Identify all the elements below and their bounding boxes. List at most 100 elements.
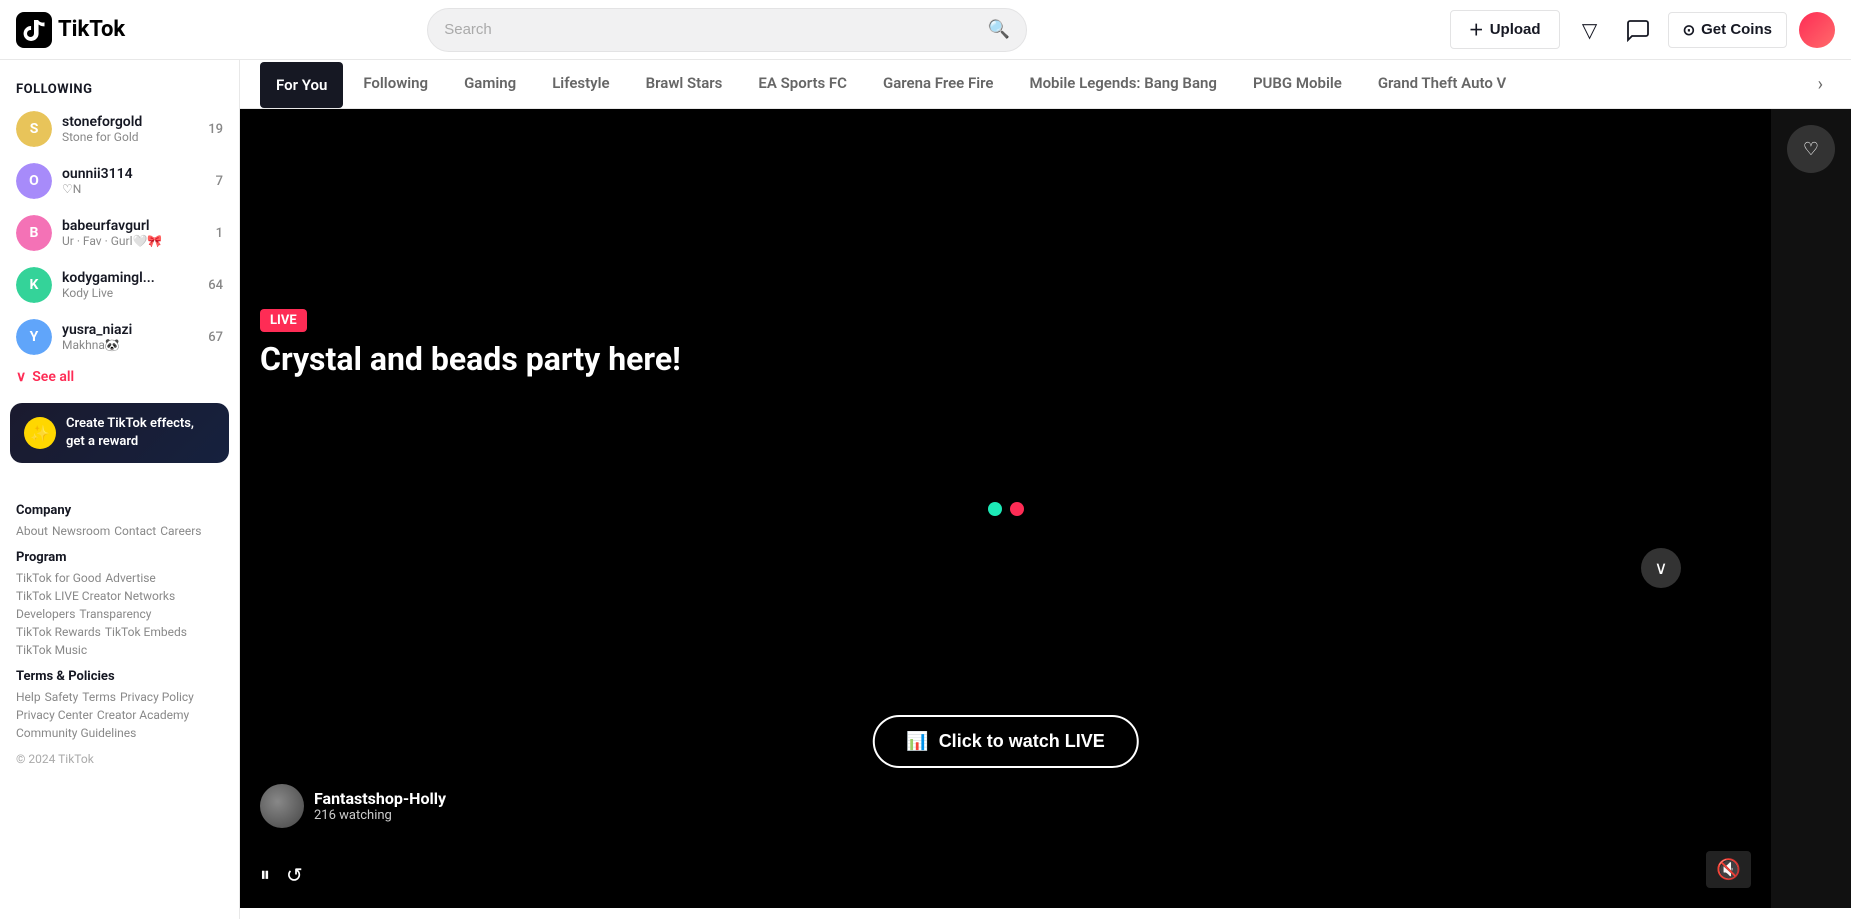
footer-link[interactable]: Privacy Center bbox=[16, 708, 93, 722]
following-username: stoneforgold bbox=[62, 114, 198, 130]
following-info: stoneforgold Stone for Gold bbox=[62, 114, 198, 144]
footer-link[interactable]: Developers bbox=[16, 607, 75, 621]
dot-red bbox=[1010, 502, 1024, 516]
following-display: Stone for Gold bbox=[62, 130, 198, 144]
streamer-info: Fantastshop-Holly 216 watching bbox=[260, 784, 446, 828]
footer-link[interactable]: Community Guidelines bbox=[16, 726, 136, 740]
tab-following[interactable]: Following bbox=[347, 60, 444, 109]
following-username: ounnii3114 bbox=[62, 166, 206, 182]
footer-link[interactable]: Newsroom bbox=[52, 524, 110, 538]
footer-link[interactable]: About bbox=[16, 524, 48, 538]
search-input[interactable] bbox=[444, 21, 988, 38]
following-avatar: B bbox=[16, 215, 52, 251]
video-dots bbox=[988, 502, 1024, 516]
footer-link[interactable]: Help bbox=[16, 690, 41, 704]
see-all-button[interactable]: ∨ See all bbox=[0, 363, 239, 391]
triangle-icon-button[interactable]: ▽ bbox=[1572, 12, 1608, 48]
following-username: yusra_niazi bbox=[62, 322, 198, 338]
footer-link[interactable]: Advertise bbox=[105, 571, 155, 585]
following-display: Ur · Fav · Gurl🤍🎀 bbox=[62, 234, 206, 248]
header-actions: ＋ Upload ▽ ⊙ Get Coins bbox=[1450, 10, 1835, 49]
following-section-header: Following bbox=[0, 76, 239, 103]
following-item[interactable]: B babeurfavgurl Ur · Fav · Gurl🤍🎀 1 bbox=[0, 207, 239, 259]
refresh-button[interactable]: ↺ bbox=[286, 863, 303, 888]
video-player[interactable]: LIVE Crystal and beads party here! 📊 Cli… bbox=[240, 109, 1771, 908]
watch-live-button[interactable]: 📊 Click to watch LIVE bbox=[872, 715, 1138, 768]
following-info: babeurfavgurl Ur · Fav · Gurl🤍🎀 bbox=[62, 218, 206, 248]
logo-area: TikTok bbox=[16, 12, 216, 48]
right-panel-action-1[interactable]: ♡ bbox=[1787, 125, 1835, 173]
tiktok-logo-icon[interactable] bbox=[16, 12, 52, 48]
footer-link[interactable]: Creator Academy bbox=[97, 708, 189, 722]
tab-for-you[interactable]: For You bbox=[260, 62, 343, 108]
upload-button[interactable]: ＋ Upload bbox=[1450, 10, 1560, 49]
footer-section: Company About Newsroom Contact Careers Prog… bbox=[0, 475, 239, 782]
following-item[interactable]: K kodygamingl... Kody Live 64 bbox=[0, 259, 239, 311]
footer-link[interactable]: Transparency bbox=[79, 607, 151, 621]
see-all-label: See all bbox=[32, 369, 74, 385]
main-layout: Following S stoneforgold Stone for Gold … bbox=[0, 60, 1851, 919]
following-avatar: K bbox=[16, 267, 52, 303]
following-count: 7 bbox=[216, 174, 223, 189]
program-links: TikTok for Good Advertise TikTok LIVE Crea… bbox=[16, 571, 223, 657]
tab-grand-theft-auto-v[interactable]: Grand Theft Auto V bbox=[1362, 60, 1523, 109]
video-container[interactable]: LIVE Crystal and beads party here! 📊 Cli… bbox=[240, 109, 1851, 908]
get-coins-button[interactable]: ⊙ Get Coins bbox=[1668, 12, 1787, 48]
effects-text: Create TikTok effects, get a reward bbox=[66, 415, 215, 451]
company-label: Company bbox=[16, 503, 223, 518]
tab-gaming[interactable]: Gaming bbox=[448, 60, 532, 109]
streamer-name: Fantastshop-Holly bbox=[314, 789, 446, 808]
footer-link[interactable]: Contact bbox=[114, 524, 156, 538]
pause-button[interactable]: ⏸ bbox=[260, 864, 270, 887]
following-avatar: S bbox=[16, 111, 52, 147]
following-item[interactable]: Y yusra_niazi Makhna🐼 67 bbox=[0, 311, 239, 363]
watching-count: 216 watching bbox=[314, 808, 446, 823]
create-effects-banner[interactable]: ✨ Create TikTok effects, get a reward bbox=[10, 403, 229, 463]
messages-icon-button[interactable] bbox=[1620, 12, 1656, 48]
following-display: Makhna🐼 bbox=[62, 338, 198, 352]
volume-button[interactable]: 🔇 bbox=[1706, 851, 1751, 888]
following-display: ♡N bbox=[62, 182, 206, 196]
tabs-chevron-right[interactable]: › bbox=[1810, 66, 1831, 103]
following-info: ounnii3114 ♡N bbox=[62, 166, 206, 196]
chevron-down-icon: ∨ bbox=[16, 369, 26, 385]
content-area: For YouFollowingGamingLifestyleBrawl Sta… bbox=[240, 60, 1851, 919]
watch-live-label: Click to watch LIVE bbox=[939, 731, 1105, 752]
footer-link[interactable]: Terms bbox=[82, 690, 116, 704]
footer-link[interactable]: TikTok Music bbox=[16, 643, 87, 657]
streamer-avatar bbox=[260, 784, 304, 828]
avatar-placeholder: K bbox=[16, 267, 52, 303]
tab-lifestyle[interactable]: Lifestyle bbox=[536, 60, 625, 109]
following-username: babeurfavgurl bbox=[62, 218, 206, 234]
search-bar[interactable]: 🔍 bbox=[427, 8, 1027, 52]
following-item[interactable]: O ounnii3114 ♡N 7 bbox=[0, 155, 239, 207]
streamer-details: Fantastshop-Holly 216 watching bbox=[314, 789, 446, 823]
terms-links: Help SafetyTerms Privacy Policy Privacy Cen… bbox=[16, 690, 223, 740]
following-info: yusra_niazi Makhna🐼 bbox=[62, 322, 198, 352]
following-section: Following S stoneforgold Stone for Gold … bbox=[0, 76, 239, 391]
footer-link[interactable]: TikTok for Good bbox=[16, 571, 101, 585]
terms-label: Terms & Policies bbox=[16, 669, 223, 684]
plus-icon: ＋ bbox=[1469, 19, 1484, 40]
program-label: Program bbox=[16, 550, 223, 565]
following-count: 67 bbox=[208, 330, 223, 345]
tab-garena-free-fire[interactable]: Garena Free Fire bbox=[867, 60, 1009, 109]
avatar-placeholder: Y bbox=[16, 319, 52, 355]
tab-brawl-stars[interactable]: Brawl Stars bbox=[630, 60, 739, 109]
following-item[interactable]: S stoneforgold Stone for Gold 19 bbox=[0, 103, 239, 155]
tab-pubg-mobile[interactable]: PUBG Mobile bbox=[1237, 60, 1358, 109]
following-count: 19 bbox=[208, 122, 223, 137]
scroll-down-button[interactable]: ∨ bbox=[1641, 548, 1681, 588]
footer-link[interactable]: Safety bbox=[45, 690, 79, 704]
avatar-placeholder: B bbox=[16, 215, 52, 251]
following-count: 64 bbox=[208, 278, 223, 293]
footer-link[interactable]: TikTok Embeds bbox=[105, 625, 187, 639]
footer-link[interactable]: Careers bbox=[160, 524, 201, 538]
footer-link[interactable]: TikTok LIVE Creator Networks bbox=[16, 589, 175, 603]
footer-link[interactable]: Privacy Policy bbox=[120, 690, 194, 704]
user-avatar[interactable] bbox=[1799, 12, 1835, 48]
tab-ea-sports-fc[interactable]: EA Sports FC bbox=[742, 60, 863, 109]
tab-mobile-legends:-bang-bang[interactable]: Mobile Legends: Bang Bang bbox=[1013, 60, 1233, 109]
footer-link[interactable]: TikTok Rewards bbox=[16, 625, 101, 639]
sidebar: Following S stoneforgold Stone for Gold … bbox=[0, 60, 240, 919]
